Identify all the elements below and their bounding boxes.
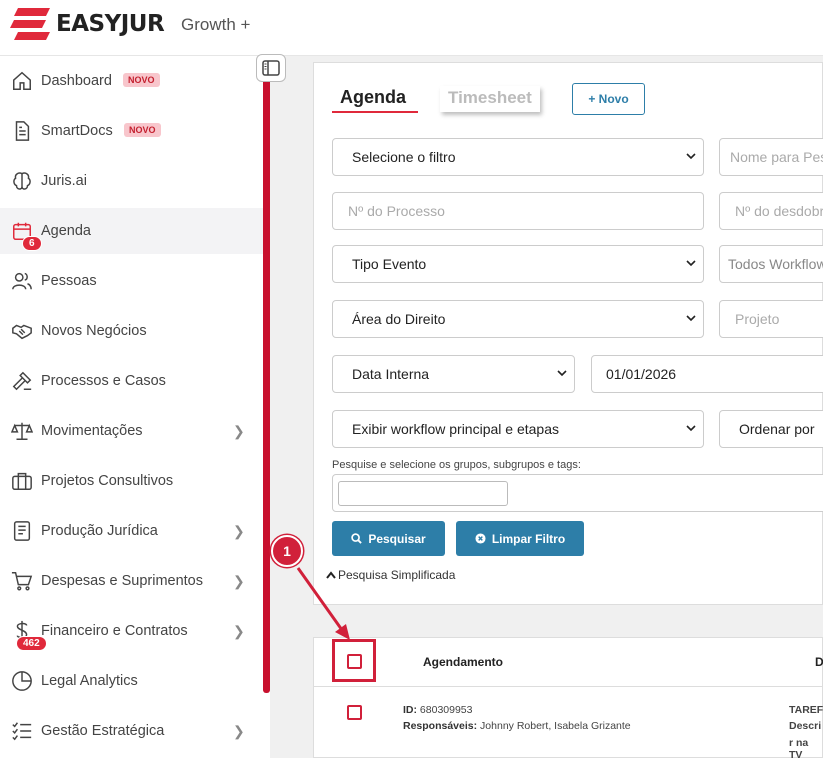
chevron-down-icon [686, 315, 696, 322]
checklist-icon [11, 720, 33, 742]
desdobramento-input[interactable]: Nº do desdobramento [719, 192, 823, 230]
handshake-icon [11, 320, 33, 342]
sidebar-item-despesas[interactable]: Despesas e Suprimentos ❯ [0, 558, 263, 604]
new-badge: NOVO [124, 123, 161, 137]
results-table [313, 637, 823, 758]
row-task-type: TAREF [789, 704, 823, 716]
law-area-select[interactable]: Área do Direito [332, 300, 704, 338]
briefcase-icon [11, 470, 33, 492]
chevron-down-icon [557, 370, 567, 377]
notification-count: 6 [22, 236, 42, 251]
easyjur-logo-icon [10, 8, 50, 40]
notebook-icon [11, 520, 33, 542]
new-badge: NOVO [123, 73, 160, 87]
tags-search-input[interactable] [338, 481, 508, 506]
sidebar-item-projetos[interactable]: Projetos Consultivos [0, 458, 263, 504]
people-icon [11, 270, 33, 292]
brain-icon [11, 170, 33, 192]
brand-name: EASYJUR [56, 11, 165, 37]
sidebar-item-label: Processos e Casos [41, 373, 166, 389]
chevron-right-icon: ❯ [233, 722, 245, 739]
sidebar-item-producao[interactable]: Produção Jurídica ❯ [0, 508, 263, 554]
active-tab-indicator [332, 111, 418, 113]
row-responsaveis: Responsáveis: Johnny Robert, Isabela Gri… [403, 720, 631, 732]
document-icon [11, 120, 33, 142]
top-header: EASYJUR Growth + [0, 0, 823, 56]
sidebar-item-label: Produção Jurídica [41, 523, 158, 539]
chevron-right-icon: ❯ [233, 622, 245, 639]
event-type-select[interactable]: Tipo Evento [332, 245, 704, 283]
chevron-right-icon: ❯ [233, 572, 245, 589]
sidebar-item-movimentacoes[interactable]: Movimentações ❯ [0, 408, 263, 454]
gavel-icon [11, 370, 33, 392]
chevron-right-icon: ❯ [233, 522, 245, 539]
sidebar-item-jurisai[interactable]: Juris.ai [0, 158, 263, 204]
workflow-display-select[interactable]: Exibir workflow principal e etapas [332, 410, 704, 448]
sidebar-item-label: Juris.ai [41, 173, 87, 189]
column-header-agendamento: Agendamento [423, 655, 504, 669]
clear-circle-icon [475, 533, 486, 544]
sidebar-item-pessoas[interactable]: Pessoas [0, 258, 263, 304]
sidebar-item-label: Projetos Consultivos [41, 473, 174, 489]
sidebar-item-label: Financeiro e Contratos [41, 623, 188, 639]
sidebar-item-processos[interactable]: Processos e Casos [0, 358, 263, 404]
chevron-down-icon [686, 153, 696, 160]
search-icon [351, 533, 363, 544]
scale-icon [10, 420, 34, 442]
sidebar-item-label: Dashboard [41, 73, 112, 89]
search-button[interactable]: Pesquisar [332, 521, 445, 556]
sidebar-item-agenda[interactable]: Agenda 6 [0, 208, 263, 254]
row-checkbox[interactable] [347, 705, 362, 720]
sidebar-item-legal-analytics[interactable]: Legal Analytics [0, 658, 263, 704]
clear-filter-button[interactable]: Limpar Filtro [456, 521, 584, 556]
filter-select[interactable]: Selecione o filtro [332, 138, 704, 176]
cart-icon [11, 570, 33, 592]
sidebar-item-label: Novos Negócios [41, 323, 147, 339]
sidebar-item-dashboard[interactable]: Dashboard NOVO [0, 58, 263, 104]
project-input[interactable]: Projeto [719, 300, 823, 338]
row-description-text: r na TV [789, 737, 809, 761]
notification-count: 462 [16, 636, 47, 651]
row-description-label: Descri [789, 720, 822, 732]
sidebar-scrollbar[interactable] [263, 68, 270, 693]
sidebar-item-label: Agenda [41, 223, 91, 239]
sidebar: Dashboard NOVO SmartDocs NOVO Juris.ai A… [0, 56, 263, 758]
chevron-down-icon [686, 260, 696, 267]
new-button[interactable]: + Novo [572, 83, 645, 115]
sidebar-item-gestao[interactable]: Gestão Estratégica ❯ [0, 708, 263, 754]
tags-label: Pesquise e selecione os grupos, subgrupo… [332, 459, 581, 471]
workflows-select[interactable]: Todos Workflows [719, 245, 823, 283]
sidebar-collapse-button[interactable] [256, 54, 286, 82]
sidebar-item-label: Pessoas [41, 273, 97, 289]
column-header-d: D [815, 655, 823, 669]
pie-chart-icon [11, 670, 33, 692]
date-input[interactable]: 01/01/2026 [591, 355, 823, 393]
row-id: ID: 680309953 [403, 704, 473, 716]
home-icon [11, 70, 33, 92]
sidebar-item-financeiro[interactable]: Financeiro e Contratos ❯ 462 [0, 608, 263, 654]
order-by-select[interactable]: Ordenar por [719, 410, 823, 448]
sidebar-item-smartdocs[interactable]: SmartDocs NOVO [0, 108, 263, 154]
sidebar-item-label: SmartDocs [41, 123, 113, 139]
table-header-divider [313, 686, 823, 687]
tab-timesheet[interactable]: Timesheet [440, 86, 540, 112]
sidebar-item-novos-negocios[interactable]: Novos Negócios [0, 308, 263, 354]
tab-agenda[interactable]: Agenda [340, 87, 406, 108]
sidebar-item-label: Despesas e Suprimentos [41, 573, 203, 589]
sidebar-item-label: Gestão Estratégica [41, 723, 165, 739]
annotation-arrow [296, 567, 350, 640]
sidebar-item-label: Legal Analytics [41, 673, 138, 689]
chevron-right-icon: ❯ [233, 422, 245, 439]
process-number-input[interactable]: Nº do Processo [332, 192, 704, 230]
name-search-input[interactable]: Nome para Pesquisa [719, 138, 823, 176]
plan-name: Growth + [181, 15, 251, 34]
date-type-select[interactable]: Data Interna [332, 355, 575, 393]
sidebar-item-label: Movimentações [41, 423, 143, 439]
sidebar-toggle-icon [262, 60, 280, 76]
annotation-step-marker: 1 [271, 535, 303, 567]
chevron-down-icon [686, 425, 696, 432]
